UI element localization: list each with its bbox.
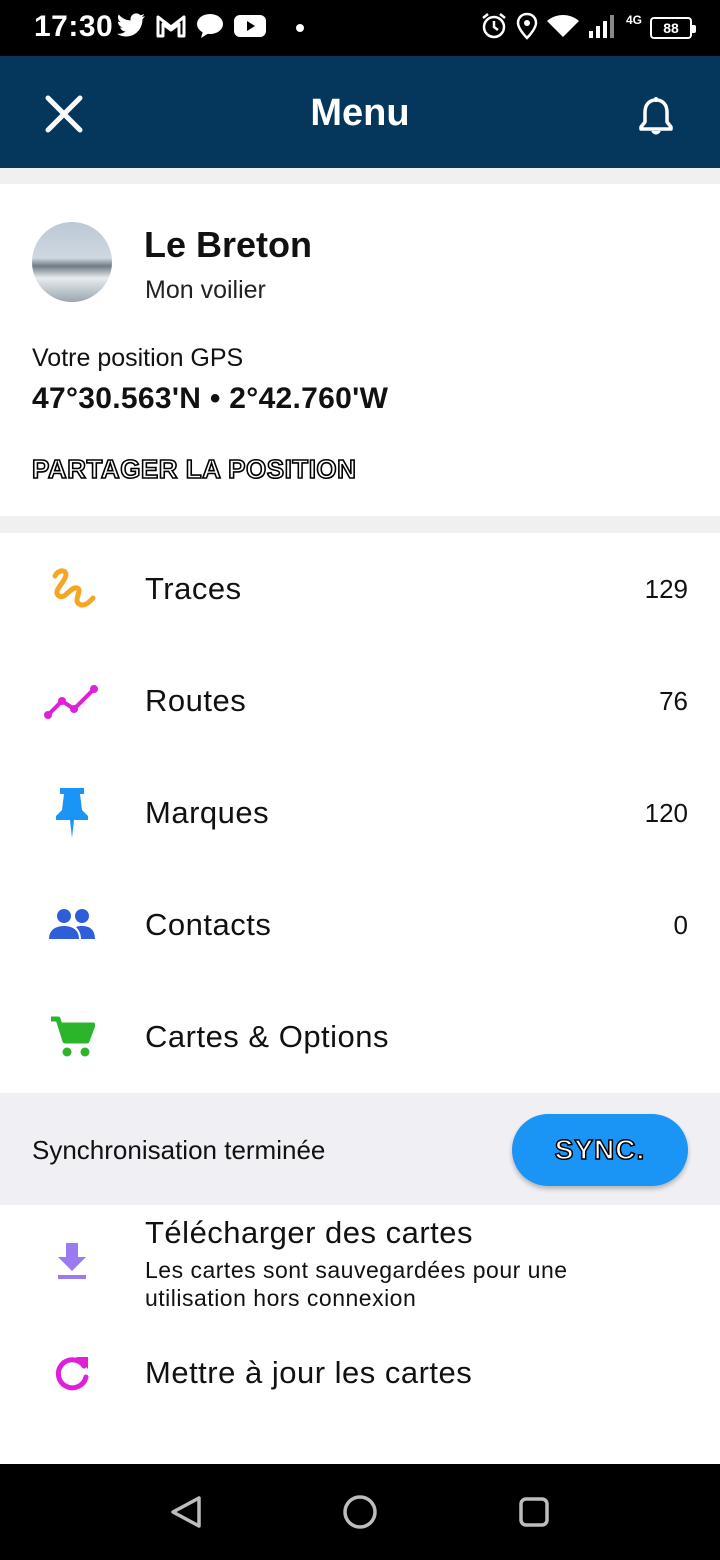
sync-button-label: SYNC.: [554, 1133, 646, 1166]
sync-button[interactable]: SYNC.: [512, 1114, 688, 1186]
system-icons: 4G 88: [480, 12, 696, 45]
pin-icon: [44, 785, 100, 841]
page-title: Menu: [310, 92, 410, 134]
gps-label: Votre position GPS: [32, 344, 244, 372]
notifications-button[interactable]: [630, 90, 682, 142]
menu-item-label: Contacts: [145, 907, 272, 942]
youtube-icon: [234, 14, 266, 43]
boat-type: Mon voilier: [145, 276, 266, 304]
cart-icon: [44, 1009, 100, 1065]
refresh-icon: [44, 1345, 100, 1401]
trace-icon: [44, 561, 100, 617]
location-icon: [516, 12, 538, 45]
menu-item-marques[interactable]: Marques 120: [0, 757, 720, 869]
sync-section: Synchronisation terminée SYNC.: [0, 1093, 720, 1205]
alarm-icon: [480, 12, 508, 45]
boat-profile: Le Breton Mon voilier Votre position GPS…: [0, 184, 720, 516]
menu-list: Traces 129 Routes 76 Marques 120 Contact…: [0, 533, 720, 1093]
signal-icon: [588, 13, 618, 44]
share-position-button[interactable]: PARTAGER LA POSITION: [31, 453, 357, 485]
more-notifications-dot: [296, 24, 304, 32]
menu-item-routes[interactable]: Routes 76: [0, 645, 720, 757]
wifi-icon: [546, 13, 580, 44]
sync-status: Synchronisation terminée: [32, 1135, 326, 1165]
route-icon: [44, 673, 100, 729]
status-bar: 17:30 4G 88: [0, 0, 720, 56]
back-triangle-icon: [171, 1496, 201, 1528]
update-maps-title: Mettre à jour les cartes: [145, 1355, 473, 1390]
gmail-icon: [156, 14, 186, 43]
download-maps-title: Télécharger des cartes: [145, 1215, 474, 1250]
menu-item-cartes-options[interactable]: Cartes & Options: [0, 981, 720, 1093]
menu-item-contacts[interactable]: Contacts 0: [0, 869, 720, 981]
network-type: 4G: [625, 13, 642, 27]
download-icon: [44, 1233, 100, 1289]
menu-item-label: Routes: [145, 683, 247, 718]
download-maps-subtitle: Les cartes sont sauvegardées pour une ut…: [145, 1257, 568, 1311]
home-circle-icon: [343, 1495, 377, 1529]
menu-item-count: 0: [673, 909, 688, 940]
battery-level: 88: [663, 20, 679, 36]
menu-item-label: Cartes & Options: [145, 1019, 390, 1054]
bell-icon: [639, 97, 673, 135]
chat-icon: [196, 13, 224, 44]
status-time: 17:30: [34, 10, 114, 43]
menu-item-traces[interactable]: Traces 129: [0, 533, 720, 645]
download-maps-item[interactable]: Télécharger des cartes Les cartes sont s…: [0, 1205, 720, 1331]
twitter-icon: [116, 12, 146, 44]
boat-name: Le Breton: [144, 224, 313, 265]
section-divider: [0, 168, 720, 184]
home-button[interactable]: [340, 1492, 380, 1532]
app-bar: Menu: [0, 56, 720, 168]
update-maps-item[interactable]: Mettre à jour les cartes: [0, 1331, 720, 1421]
menu-item-count: 120: [644, 797, 688, 828]
contacts-icon: [44, 897, 100, 953]
system-nav-bar: [0, 1464, 720, 1560]
menu-item-label: Traces: [145, 571, 242, 606]
menu-item-count: 76: [659, 685, 688, 716]
menu-item-count: 129: [644, 573, 688, 604]
gps-coordinates: 47°30.563'N • 2°42.760'W: [32, 382, 389, 415]
battery-icon: 88: [650, 17, 696, 39]
notification-icons: [116, 12, 304, 44]
menu-item-label: Marques: [145, 795, 270, 830]
section-divider: [0, 516, 720, 533]
boat-avatar[interactable]: [32, 222, 112, 302]
recents-button[interactable]: [514, 1492, 554, 1532]
back-button[interactable]: [166, 1492, 206, 1532]
recents-square-icon: [519, 1497, 549, 1527]
